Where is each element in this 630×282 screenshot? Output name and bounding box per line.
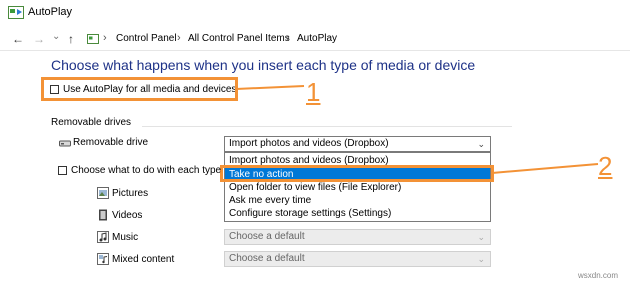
media-label-mixed-content: Mixed content <box>112 254 175 265</box>
chevron-down-icon: ⌄ <box>477 139 485 149</box>
mixed-content-default-select[interactable]: Choose a default ⌄ <box>224 251 491 267</box>
option-open-folder[interactable]: Open folder to view files (File Explorer… <box>225 181 490 194</box>
choose-each-type-label[interactable]: Choose what to do with each type of m <box>71 165 221 176</box>
breadcrumb-separator: › <box>286 32 290 44</box>
page-heading: Choose what happens when you insert each… <box>51 57 476 73</box>
breadcrumb-separator: › <box>177 32 181 44</box>
callout-highlight-1 <box>41 77 238 101</box>
removable-drives-section-label: Removable drives <box>51 117 132 128</box>
autoplay-app-icon <box>8 6 24 19</box>
removable-drive-dropdown-list: Import photos and videos (Dropbox) Take … <box>224 152 491 222</box>
control-panel-icon <box>87 34 99 44</box>
mixed-content-icon <box>97 253 109 265</box>
mixed-content-default-value: Choose a default <box>229 253 305 264</box>
recent-locations-chevron-icon[interactable]: ⌄ <box>52 30 60 44</box>
music-default-select[interactable]: Choose a default ⌄ <box>224 229 491 245</box>
music-default-value: Choose a default <box>229 231 305 242</box>
option-configure-storage[interactable]: Configure storage settings (Settings) <box>225 207 490 220</box>
media-label-videos: Videos <box>112 210 143 221</box>
title-bar: AutoPlay <box>0 0 630 26</box>
removable-drive-icon <box>59 140 71 147</box>
up-arrow-icon[interactable]: ↑ <box>68 32 74 46</box>
breadcrumb-separator: › <box>103 32 107 44</box>
pictures-icon <box>97 187 109 199</box>
option-ask-every-time[interactable]: Ask me every time <box>225 194 490 207</box>
callout-highlight-2 <box>220 165 494 182</box>
callout-number-1: 1 <box>306 77 321 107</box>
address-bar: ← → ⌄ ↑ › Control Panel › All Control Pa… <box>0 28 630 51</box>
chevron-down-icon: ⌄ <box>477 232 485 242</box>
callout-number-2: 2 <box>598 151 613 181</box>
removable-drive-selected-value: Import photos and videos (Dropbox) <box>229 138 389 149</box>
music-icon <box>97 231 109 243</box>
choose-each-type-checkbox[interactable] <box>58 166 67 175</box>
breadcrumb-autoplay[interactable]: AutoPlay <box>297 33 337 44</box>
breadcrumb-all-items[interactable]: All Control Panel Items <box>188 33 290 44</box>
watermark: wsxdn.com <box>578 271 619 280</box>
section-divider <box>142 126 512 127</box>
media-label-pictures: Pictures <box>112 188 149 199</box>
videos-icon <box>99 209 107 221</box>
forward-arrow-icon[interactable]: → <box>33 32 45 46</box>
chevron-down-icon: ⌄ <box>477 254 485 264</box>
removable-drive-select[interactable]: Import photos and videos (Dropbox) ⌄ <box>224 136 491 152</box>
callout-line-2 <box>492 163 599 174</box>
window-title: AutoPlay <box>28 6 73 18</box>
back-arrow-icon[interactable]: ← <box>12 32 24 46</box>
callout-line-1 <box>236 85 305 90</box>
removable-drive-label: Removable drive <box>73 137 149 148</box>
media-label-music: Music <box>112 232 139 243</box>
breadcrumb-control-panel[interactable]: Control Panel <box>116 33 177 44</box>
